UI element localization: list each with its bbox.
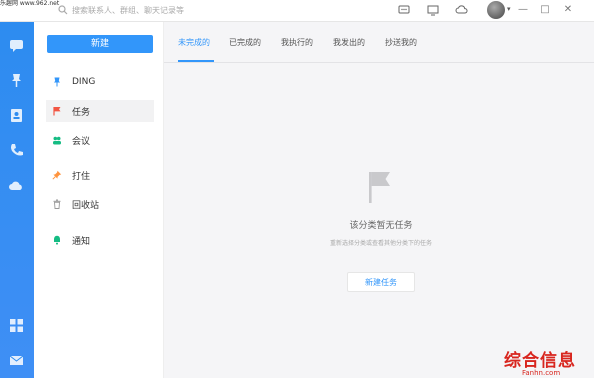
group-icon <box>53 136 61 145</box>
trash-icon <box>53 199 61 209</box>
chat-icon[interactable] <box>8 37 25 54</box>
phone-icon[interactable] <box>8 142 25 159</box>
watermark-logo: 综合信息 Fanhn.com <box>500 345 594 378</box>
tab-completed[interactable]: 已完成的 <box>229 37 261 48</box>
sidebar-item-label: 任务 <box>72 107 91 118</box>
watermark-text: 乐趣网 www.962.net <box>0 0 60 7</box>
mail-icon[interactable] <box>8 352 25 369</box>
tab-incomplete[interactable]: 未完成的 <box>178 37 210 48</box>
search-box[interactable]: 搜索联系人、群组、聊天记录等 <box>58 2 208 18</box>
pin-icon[interactable] <box>8 72 25 89</box>
sidebar-item-label: 打住 <box>72 171 91 182</box>
empty-state-title: 该分类暂无任务 <box>349 221 413 231</box>
contacts-icon[interactable] <box>8 107 25 124</box>
pin-icon <box>54 77 60 87</box>
task-tabs: 未完成的 已完成的 我执行的 我发出的 抄送我的 <box>164 22 594 62</box>
close-button[interactable]: ✕ <box>560 2 576 18</box>
sidebar-item-trash[interactable]: 回收站 <box>46 193 154 215</box>
tab-executed-by-me[interactable]: 我执行的 <box>281 37 313 48</box>
create-task-button[interactable]: 新建任务 <box>347 272 415 292</box>
divider <box>164 62 594 63</box>
message-icon[interactable] <box>397 3 411 17</box>
new-button[interactable]: 新建 <box>47 35 153 53</box>
sidebar-item-label: 通知 <box>72 236 91 247</box>
tab-cc-me[interactable]: 抄送我的 <box>385 37 417 48</box>
minimize-button[interactable]: — <box>515 2 531 18</box>
app-nav-bar <box>0 22 34 378</box>
sidebar-item-pin[interactable]: 打住 <box>46 164 154 186</box>
avatar[interactable] <box>487 1 505 19</box>
sidebar-item-meetings[interactable]: 会议 <box>46 129 154 151</box>
flag-icon <box>53 107 61 116</box>
bell-icon <box>54 235 60 245</box>
sidebar-item-ding[interactable]: DING <box>46 71 154 93</box>
apps-grid-icon[interactable] <box>8 317 25 334</box>
sidebar-item-label: 会议 <box>72 136 91 147</box>
tab-sent-by-me[interactable]: 我发出的 <box>333 37 365 48</box>
search-input[interactable]: 搜索联系人、群组、聊天记录等 <box>72 5 184 16</box>
sidebar-item-label: DING <box>72 77 96 87</box>
flag-icon <box>369 172 390 203</box>
sidebar-item-notices[interactable]: 通知 <box>46 229 154 251</box>
screen-icon[interactable] <box>426 3 440 17</box>
watermark-en: Fanhn.com <box>522 369 561 377</box>
chevron-down-icon[interactable]: ▾ <box>507 5 511 13</box>
maximize-button[interactable]: □ <box>537 2 553 18</box>
watermark-cn: 综合信息 <box>504 351 576 371</box>
pushpin-icon <box>52 170 62 180</box>
sidebar-item-tasks[interactable]: 任务 <box>46 100 154 122</box>
empty-state-description: 重新选择分类或查看其他分类下的任务 <box>329 240 432 247</box>
cloud-icon[interactable] <box>455 3 469 17</box>
sidebar-item-label: 回收站 <box>72 200 100 211</box>
cloud-drive-icon[interactable] <box>8 177 25 194</box>
search-icon <box>58 5 68 15</box>
